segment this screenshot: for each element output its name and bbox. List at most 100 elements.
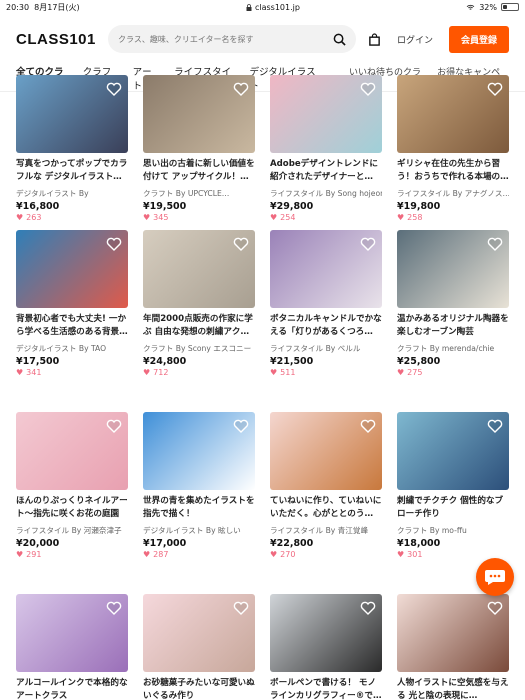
class-thumbnail[interactable]: [397, 594, 509, 672]
like-count: 270: [280, 550, 296, 559]
class-thumbnail[interactable]: [143, 75, 255, 153]
class-thumbnail[interactable]: [397, 75, 509, 153]
class-card[interactable]: ていねいに作り、ていねいにいただく。心がととのう… ライフスタイル By 青江覚峰…: [270, 412, 382, 559]
class-card[interactable]: Adobeデザイントレンドに紹介されたデザイナーと… ライフスタイル By Son…: [270, 75, 382, 222]
class-likes: ♥ 275: [397, 368, 509, 377]
class-card[interactable]: アルコールインクで本格的なアートクラス: [16, 594, 128, 700]
class-card[interactable]: ほんのりぷっくりネイルアート〜指先に咲くお花の庭園 ライフスタイル By 河瀬奈津…: [16, 412, 128, 559]
heart-icon[interactable]: [106, 601, 122, 615]
class-likes: ♥ 258: [397, 213, 509, 222]
class-card[interactable]: 思い出の古着に新しい価値を付けて アップサイクル！… クラフト By UPCYCL…: [143, 75, 255, 222]
class-meta: クラフト By mo-ffu: [397, 526, 467, 535]
class-likes: ♥ 291: [16, 550, 128, 559]
url-text: class101.jp: [254, 2, 300, 12]
class-title[interactable]: 写真をつかってポップでカラフルな デジタルイラスト…: [16, 158, 128, 185]
heart-icon[interactable]: [487, 237, 503, 251]
signup-button[interactable]: 会員登録: [448, 25, 509, 53]
class-card[interactable]: ボタニカルキャンドルでかなえる「灯りがあるくつろ… ライフスタイル By ベルル ¥…: [270, 230, 382, 377]
status-date: 8月17日(火): [34, 2, 80, 12]
class-card[interactable]: ギリシャ在住の先生から習う！おうちで作れる本場の… ライフスタイル By アナグノ…: [397, 75, 509, 222]
like-heart-icon: ♥: [16, 213, 24, 222]
chat-icon: [485, 570, 505, 585]
class-title[interactable]: ボタニカルキャンドルでかなえる「灯りがあるくつろ…: [270, 313, 382, 340]
chat-button[interactable]: [476, 558, 514, 596]
class-title[interactable]: 思い出の古着に新しい価値を付けて アップサイクル！…: [143, 158, 255, 185]
class-thumbnail[interactable]: [16, 412, 128, 490]
heart-icon[interactable]: [233, 82, 249, 96]
class-thumbnail[interactable]: [143, 412, 255, 490]
heart-icon[interactable]: [233, 237, 249, 251]
class-title[interactable]: アルコールインクで本格的なアートクラス: [16, 677, 128, 700]
heart-icon[interactable]: [106, 82, 122, 96]
like-count: 258: [407, 213, 423, 222]
heart-icon[interactable]: [360, 419, 376, 433]
class-title[interactable]: 人物イラストに空気感を与える 光と陰の表現に…: [397, 677, 509, 700]
class-title[interactable]: ほんのりぷっくりネイルアート〜指先に咲くお花の庭園: [16, 495, 128, 522]
class-thumbnail[interactable]: [16, 230, 128, 308]
class-thumbnail[interactable]: [143, 594, 255, 672]
search-input[interactable]: [118, 34, 333, 44]
class-title[interactable]: 背景初心者でも大丈夫! 一から学べる生活感のある背景…: [16, 313, 128, 340]
class-price: ¥24,800: [143, 356, 187, 367]
class-title[interactable]: ボールペンで書ける！ モノラインカリグラフィー®で…: [270, 677, 382, 700]
heart-icon[interactable]: [233, 419, 249, 433]
class-title[interactable]: Adobeデザイントレンドに紹介されたデザイナーと…: [270, 158, 382, 185]
class-thumbnail[interactable]: [16, 75, 128, 153]
class-meta: デジタルイラスト By: [16, 189, 89, 198]
class-title[interactable]: ギリシャ在住の先生から習う！おうちで作れる本場の…: [397, 158, 509, 185]
heart-icon[interactable]: [233, 601, 249, 615]
class-thumbnail[interactable]: [397, 230, 509, 308]
heart-icon[interactable]: [487, 82, 503, 96]
status-bar: 20:30 8月17日(火) class101.jp 32%: [0, 0, 525, 14]
like-heart-icon: ♥: [397, 550, 405, 559]
class-meta: クラフト By merenda/chie: [397, 344, 495, 353]
class-title[interactable]: 刺繍でチクチク 個性的なブローチ作り: [397, 495, 509, 522]
heart-icon[interactable]: [487, 419, 503, 433]
class-thumbnail[interactable]: [270, 412, 382, 490]
class-price: ¥17,500: [16, 356, 60, 367]
class-card[interactable]: 温かみあるオリジナル陶器を楽しむオーブン陶芸クラフト By merenda/ch…: [397, 230, 509, 377]
class-price: ¥29,800: [270, 201, 314, 212]
like-count: 301: [407, 550, 423, 559]
site-logo[interactable]: CLASS101: [16, 31, 96, 48]
class-likes: ♥ 270: [270, 550, 382, 559]
class-title[interactable]: 年間2000点販売の作家に学ぶ 自由な発想の刺繍アク…: [143, 313, 255, 340]
class-thumbnail[interactable]: [270, 75, 382, 153]
class-card[interactable]: 人物イラストに空気感を与える 光と陰の表現に…: [397, 594, 509, 700]
heart-icon[interactable]: [360, 601, 376, 615]
address-bar[interactable]: class101.jp: [246, 3, 300, 12]
heart-icon[interactable]: [360, 237, 376, 251]
class-card[interactable]: 写真をつかってポップでカラフルな デジタルイラスト… デジタルイラスト By ¥16…: [16, 75, 128, 222]
cart-button[interactable]: [368, 32, 381, 46]
login-link[interactable]: ログイン: [393, 33, 437, 46]
class-card[interactable]: 刺繍でチクチク 個性的なブローチ作りクラフト By mo-ffu ¥18,000 ♥…: [397, 412, 509, 559]
like-count: 275: [407, 368, 423, 377]
search-icon[interactable]: [333, 33, 346, 46]
class-card[interactable]: 背景初心者でも大丈夫! 一から学べる生活感のある背景… デジタルイラスト By T…: [16, 230, 128, 377]
class-meta: ライフスタイル By 青江覚峰: [270, 526, 369, 535]
class-thumbnail[interactable]: [16, 594, 128, 672]
class-thumbnail[interactable]: [397, 412, 509, 490]
like-heart-icon: ♥: [143, 213, 151, 222]
class-title[interactable]: 温かみあるオリジナル陶器を楽しむオーブン陶芸: [397, 313, 509, 340]
heart-icon[interactable]: [106, 419, 122, 433]
heart-icon[interactable]: [360, 82, 376, 96]
class-card[interactable]: ボールペンで書ける！ モノラインカリグラフィー®で…: [270, 594, 382, 700]
class-card[interactable]: 世界の青を集めたイラストを指先で描く！ デジタルイラスト By 眩しい ¥17,00…: [143, 412, 255, 559]
class-likes: ♥ 254: [270, 213, 382, 222]
class-price: ¥18,000: [397, 538, 441, 549]
class-card[interactable]: 年間2000点販売の作家に学ぶ 自由な発想の刺繍アク… クラフト By Scony…: [143, 230, 255, 377]
heart-icon[interactable]: [106, 237, 122, 251]
heart-icon[interactable]: [487, 601, 503, 615]
search-bar[interactable]: [108, 25, 356, 53]
class-thumbnail[interactable]: [270, 594, 382, 672]
class-thumbnail[interactable]: [143, 230, 255, 308]
class-title[interactable]: お砂糖菓子みたいな可愛いぬいぐるみ作り: [143, 677, 255, 700]
class-thumbnail[interactable]: [270, 230, 382, 308]
class-likes: ♥ 511: [270, 368, 382, 377]
class-title[interactable]: ていねいに作り、ていねいにいただく。心がととのう…: [270, 495, 382, 522]
class-title[interactable]: 世界の青を集めたイラストを指先で描く！: [143, 495, 255, 522]
like-heart-icon: ♥: [16, 550, 24, 559]
class-price: ¥17,000: [143, 538, 187, 549]
class-card[interactable]: お砂糖菓子みたいな可愛いぬいぐるみ作り: [143, 594, 255, 700]
